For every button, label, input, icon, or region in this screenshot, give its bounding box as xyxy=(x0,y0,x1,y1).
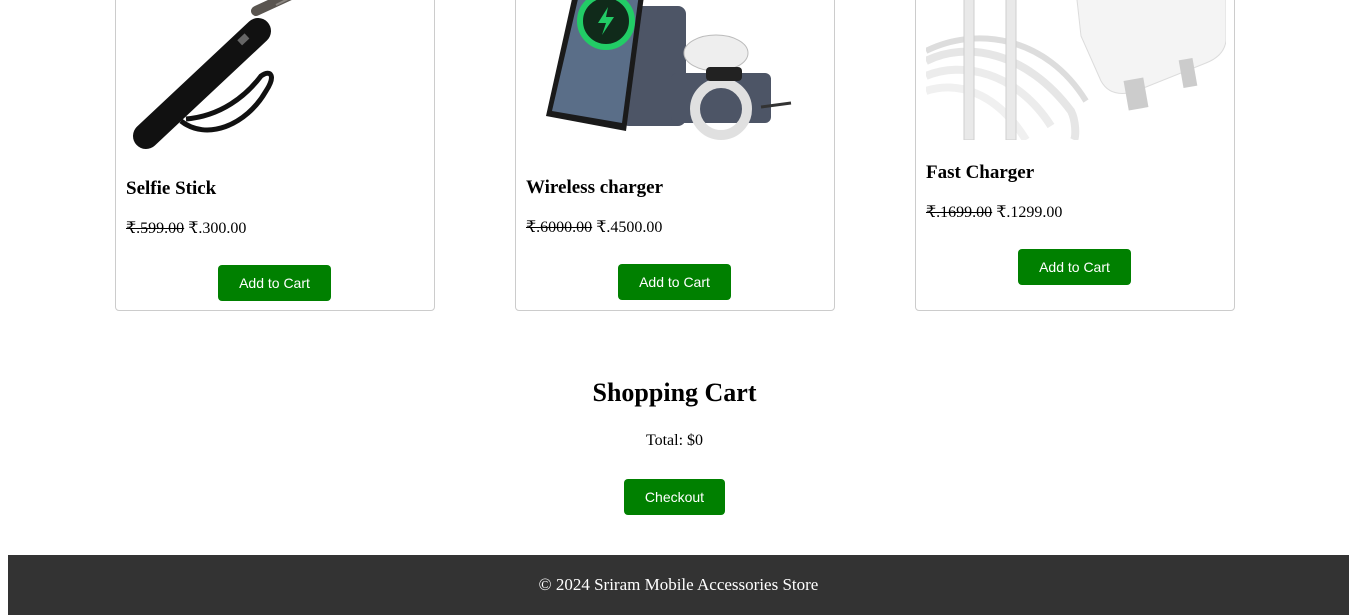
product-card-wireless-charger: Wireless charger ₹.6000.00 ₹.4500.00 Add… xyxy=(515,0,835,311)
sale-price: ₹.4500.00 xyxy=(596,219,663,236)
product-card-selfie-stick: Selfie Stick ₹.599.00 ₹.300.00 Add to Ca… xyxy=(115,0,435,311)
cart-total: Total: $0 xyxy=(645,432,704,449)
product-price: ₹.6000.00 ₹.4500.00 xyxy=(526,217,662,237)
add-to-cart-button[interactable]: Add to Cart xyxy=(618,264,731,300)
add-to-cart-button[interactable]: Add to Cart xyxy=(1018,249,1131,285)
old-price: ₹.599.00 xyxy=(126,220,185,237)
checkout-button[interactable]: Checkout xyxy=(624,479,725,515)
product-price: ₹.1699.00 ₹.1299.00 xyxy=(926,202,1062,222)
add-to-cart-button[interactable]: Add to Cart xyxy=(218,265,331,301)
footer: © 2024 Sriram Mobile Accessories Store xyxy=(8,555,1349,615)
footer-copyright: © 2024 Sriram Mobile Accessories Store xyxy=(538,575,819,594)
product-name: Wireless charger xyxy=(526,177,664,198)
old-price: ₹.1699.00 xyxy=(926,204,993,221)
product-name: Fast Charger xyxy=(926,162,1035,183)
product-price: ₹.599.00 ₹.300.00 xyxy=(126,218,246,238)
cart-title: Shopping Cart xyxy=(592,378,757,407)
product-name: Selfie Stick xyxy=(126,178,217,199)
product-card-fast-charger: Fast Charger ₹.1699.00 ₹.1299.00 Add to … xyxy=(915,0,1235,311)
sale-price: ₹.1299.00 xyxy=(996,204,1063,221)
fast-charger-image xyxy=(926,0,1226,140)
sale-price: ₹.300.00 xyxy=(188,220,247,237)
wireless-charger-image xyxy=(526,0,826,153)
selfie-stick-image xyxy=(126,0,426,153)
old-price: ₹.6000.00 xyxy=(526,219,593,236)
